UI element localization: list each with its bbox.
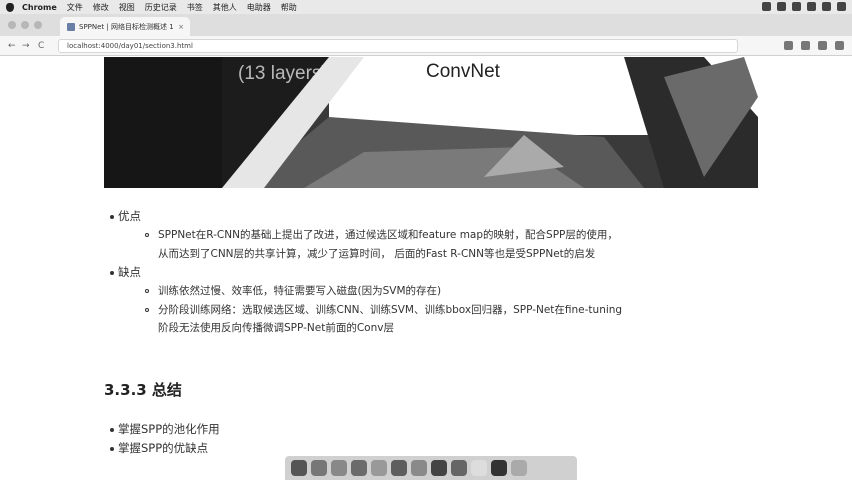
macos-menubar: Chrome 文件 修改 视图 历史记录 书签 其他人 电助器 帮助 <box>0 0 852 14</box>
pros-text-line: SPPNet在R-CNN的基础上提出了改进，通过候选区域和feature map… <box>158 229 618 241</box>
extension-icon[interactable] <box>801 41 810 50</box>
page-content: (13 layers) ConvNet 优点 SPPNet在R-CNN的基础上提… <box>0 57 852 460</box>
reload-button[interactable]: C <box>38 41 44 51</box>
favicon-icon <box>67 22 75 31</box>
bullet-icon <box>110 428 114 432</box>
browser-tab[interactable]: SPPNet | 网络目标检测概述 1 × <box>60 17 190 36</box>
url-field[interactable]: localhost:4000/day01/section3.html <box>58 39 738 53</box>
terminal-icon[interactable] <box>431 460 447 476</box>
trash-icon[interactable] <box>511 460 527 476</box>
bookmark-star-icon[interactable] <box>784 41 793 50</box>
summary-item: 掌握SPP的池化作用 <box>110 420 220 439</box>
back-button[interactable]: ← <box>8 41 16 51</box>
safari-icon[interactable] <box>331 460 347 476</box>
status-icons <box>762 2 846 11</box>
section-heading: 3.3.3 总结 <box>104 381 182 399</box>
cons-sub-item: 分阶段训练网络：选取候选区域、训练CNN、训练SVM、训练bbox回归器，SPP… <box>145 301 778 338</box>
menu-window[interactable]: 电助器 <box>247 2 271 13</box>
tab-title: SPPNet | 网络目标检测概述 1 <box>79 22 174 31</box>
menu-history[interactable]: 历史记录 <box>145 2 177 13</box>
bullet-icon <box>110 271 114 275</box>
cons-item: 缺点 训练依然过慢、效率低，特征需要写入磁盘(因为SVM的存在) 分阶段训练网络… <box>110 263 778 338</box>
summary-text: 掌握SPP的池化作用 <box>118 422 220 436</box>
status-icon[interactable] <box>762 2 771 11</box>
cons-title: 缺点 <box>118 265 141 279</box>
pros-cons-list: 优点 SPPNet在R-CNN的基础上提出了改进，通过候选区域和feature … <box>110 207 778 338</box>
extension-icon[interactable] <box>818 41 827 50</box>
launchpad-icon[interactable] <box>311 460 327 476</box>
menu-bookmarks[interactable]: 书签 <box>187 2 203 13</box>
pros-title: 优点 <box>118 209 141 223</box>
sub-bullet-icon <box>145 307 149 312</box>
menu-help[interactable]: 帮助 <box>281 2 297 13</box>
menu-file[interactable]: 文件 <box>67 2 83 13</box>
address-bar-row: ← → C localhost:4000/day01/section3.html <box>0 36 852 56</box>
finder-icon[interactable] <box>291 460 307 476</box>
status-icon[interactable] <box>777 2 786 11</box>
pros-sub-item: SPPNet在R-CNN的基础上提出了改进，通过候选区域和feature map… <box>145 226 778 263</box>
sub-bullet-icon <box>145 289 149 293</box>
extension-icon[interactable] <box>835 41 844 50</box>
cons-text-line: 训练依然过慢、效率低，特征需要写入磁盘(因为SVM的存在) <box>158 285 442 297</box>
textedit-icon[interactable] <box>471 460 487 476</box>
tab-close-icon[interactable]: × <box>178 23 184 31</box>
cons-text-line: 阶段无法使用反向传播微调SPP-Net前面的Conv层 <box>158 322 394 334</box>
app-icon[interactable] <box>451 460 467 476</box>
chrome-icon[interactable] <box>411 460 427 476</box>
close-window-icon[interactable] <box>8 21 16 29</box>
app-icon[interactable] <box>491 460 507 476</box>
app-icon[interactable] <box>391 460 407 476</box>
summary-item: 掌握SPP的优缺点 <box>110 439 220 458</box>
spp-figure: (13 layers) ConvNet <box>104 57 758 188</box>
bullet-icon <box>110 215 114 219</box>
pros-text-line: 从而达到了CNN层的共享计算，减少了运算时间， 后面的Fast R-CNN等也是… <box>158 247 596 260</box>
summary-text: 掌握SPP的优缺点 <box>118 441 209 455</box>
minimize-window-icon[interactable] <box>21 21 29 29</box>
figure-photo <box>222 57 758 188</box>
status-icon[interactable] <box>807 2 816 11</box>
toolbar-extensions <box>784 41 844 50</box>
menu-edit[interactable]: 修改 <box>93 2 109 13</box>
status-icon[interactable] <box>837 2 846 11</box>
menu-view[interactable]: 视图 <box>119 2 135 13</box>
status-icon[interactable] <box>822 2 831 11</box>
macos-dock <box>285 456 577 480</box>
sub-bullet-icon <box>145 233 149 237</box>
status-icon[interactable] <box>792 2 801 11</box>
window-controls <box>8 21 42 29</box>
pros-item: 优点 SPPNet在R-CNN的基础上提出了改进，通过候选区域和feature … <box>110 207 778 263</box>
forward-button[interactable]: → <box>22 41 30 51</box>
cons-text-line: 分阶段训练网络：选取候选区域、训练CNN、训练SVM、训练bbox回归器，SPP… <box>158 303 623 316</box>
tab-bar: SPPNet | 网络目标检测概述 1 × <box>0 14 852 36</box>
menu-chrome[interactable]: Chrome <box>22 3 57 12</box>
bullet-icon <box>110 447 114 451</box>
mail-icon[interactable] <box>351 460 367 476</box>
maximize-window-icon[interactable] <box>34 21 42 29</box>
apple-icon[interactable] <box>6 2 14 12</box>
cons-sub-item: 训练依然过慢、效率低，特征需要写入磁盘(因为SVM的存在) <box>145 282 778 301</box>
photos-icon[interactable] <box>371 460 387 476</box>
menu-people[interactable]: 其他人 <box>213 2 237 13</box>
summary-list: 掌握SPP的池化作用 掌握SPP的优缺点 <box>110 420 220 458</box>
